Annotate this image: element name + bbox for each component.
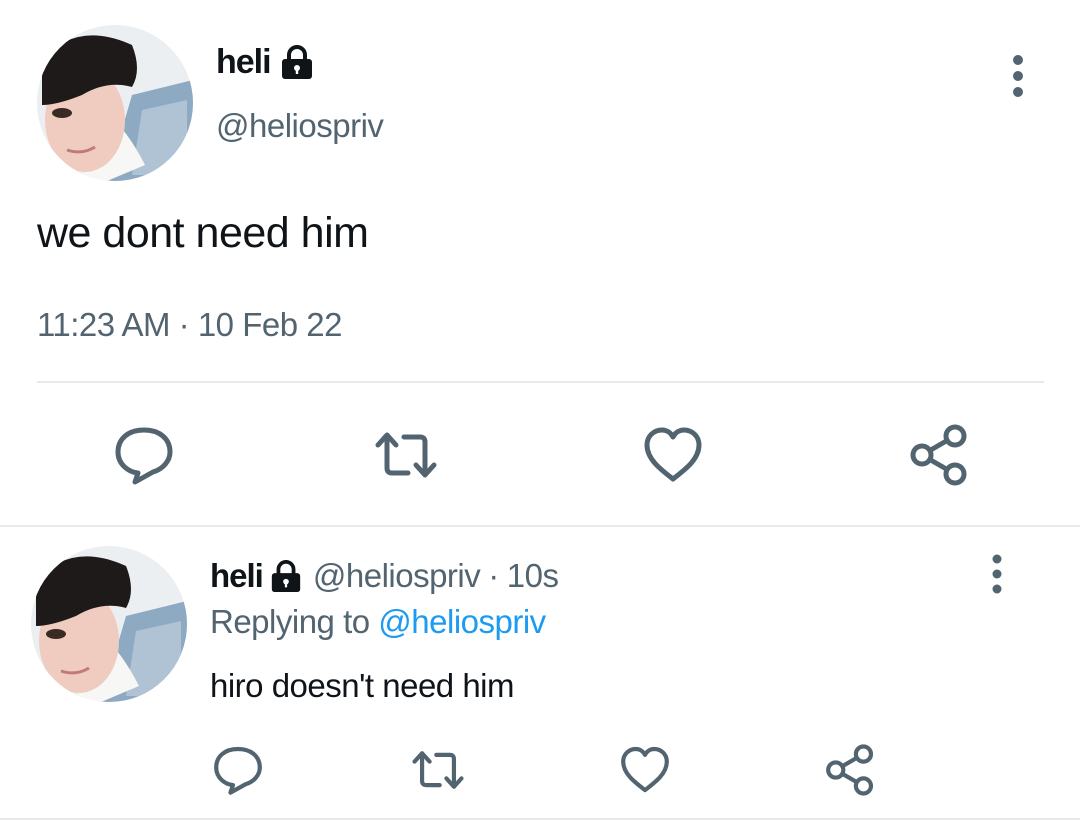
heart-icon (621, 746, 669, 793)
avatar-photo (31, 546, 187, 702)
like-button[interactable] (642, 424, 704, 486)
tweet-text: we dont need him (37, 209, 369, 257)
share-button[interactable] (908, 424, 970, 486)
retweet-icon (375, 432, 437, 478)
replying-to-label: Replying to (210, 603, 370, 640)
tweet-time: 11:23 AM (37, 306, 170, 343)
reply-button[interactable] (212, 744, 264, 796)
retweet-icon (412, 751, 464, 789)
share-icon (826, 744, 874, 796)
meta-separator: · (488, 557, 499, 594)
avatar[interactable] (37, 25, 193, 181)
more-vertical-icon[interactable] (986, 554, 1008, 594)
reply-timestamp[interactable]: 10s (507, 557, 559, 595)
avatar-photo (37, 25, 193, 181)
share-icon (910, 424, 967, 486)
reply-text: hiro doesn't need him (210, 667, 515, 704)
reply-avatar[interactable] (31, 546, 187, 702)
author-handle[interactable]: @heliospriv (216, 107, 384, 145)
reply-bubble-icon (214, 746, 262, 795)
reply-author-handle[interactable]: @heliospriv (313, 557, 481, 595)
retweet-button[interactable] (375, 424, 437, 486)
reply-button[interactable] (113, 424, 175, 486)
replying-to-handle-link[interactable]: @heliospriv (378, 603, 546, 640)
tweet-date: 10 Feb 22 (197, 306, 343, 343)
like-button[interactable] (619, 744, 671, 796)
reply-author-row: heli @heliospriv · 10s (210, 556, 559, 596)
lock-icon (281, 45, 312, 79)
section-divider (0, 525, 1080, 527)
lock-icon (271, 560, 301, 593)
replying-to: Replying to @heliospriv (210, 603, 546, 641)
author-row: heli (216, 42, 315, 82)
divider (37, 381, 1044, 383)
display-name[interactable]: heli (216, 43, 272, 82)
reply-bubble-icon (115, 427, 173, 485)
share-button[interactable] (824, 744, 876, 796)
retweet-button[interactable] (412, 744, 464, 796)
divider (0, 818, 1080, 820)
tweet-timestamp[interactable]: 11:23 AM · 10 Feb 22 (37, 306, 342, 344)
tweet-thread: heli @heliospriv we dont need him 11:23 … (0, 0, 1080, 822)
heart-icon (644, 427, 702, 482)
reply-display-name[interactable]: heli (210, 557, 264, 595)
meta-separator: · (178, 306, 190, 343)
more-vertical-icon[interactable] (1006, 54, 1030, 98)
